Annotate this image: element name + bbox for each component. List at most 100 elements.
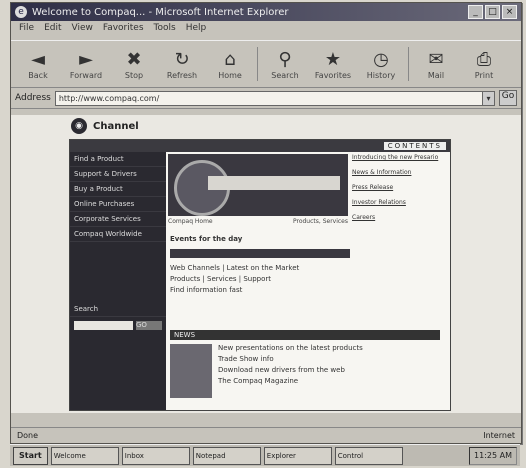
title-bar: e Welcome to Compaq... - Microsoft Inter… [11,3,521,21]
hero-band-graphic [208,176,340,190]
forward-icon: ► [79,48,93,70]
go-button[interactable]: Go [499,90,517,106]
contents-label[interactable]: CONTENTS [383,142,446,150]
taskbar-task[interactable]: Welcome [50,446,119,465]
menu-tools[interactable]: Tools [154,23,176,38]
print-label: Print [474,70,494,80]
address-label: Address [15,93,51,103]
favorites-icon: ★ [324,48,342,70]
back-label: Back [28,70,48,80]
nav-item[interactable]: Buy a Product [70,182,166,197]
start-button[interactable]: Start [13,446,48,465]
nav-item[interactable]: Corporate Services [70,212,166,227]
taskbar: Start Welcome Inbox Notepad Explorer Con… [10,444,520,466]
right-nav-link[interactable]: Careers [352,214,446,221]
history-label: History [366,70,396,80]
print-icon: ⎙ [476,48,492,70]
hero-caption-left[interactable]: Compaq Home [168,218,213,225]
favorites-button[interactable]: ★ Favorites [312,49,354,80]
right-navigation: Introducing the new Presario News & Info… [352,154,446,229]
stop-button[interactable]: ✖ Stop [113,49,155,80]
browser-window: e Welcome to Compaq... - Microsoft Inter… [10,2,522,444]
nav-item[interactable]: Find a Product [70,152,166,167]
page-top-bar: CONTENTS [70,140,450,152]
back-button[interactable]: ◄ Back [17,49,59,80]
close-button[interactable]: × [502,5,517,19]
nav-item[interactable]: Support & Drivers [70,167,166,182]
site-search-input[interactable] [74,321,133,330]
nav-item[interactable]: Compaq Worldwide [70,227,166,242]
history-icon: ◷ [373,48,389,70]
taskbar-task[interactable]: Explorer [263,446,332,465]
web-page: CONTENTS Find a Product Support & Driver… [69,139,451,411]
address-input[interactable]: http://www.compaq.com/ ▾ [54,90,495,106]
right-nav-link[interactable]: Investor Relations [352,199,446,206]
refresh-label: Refresh [166,70,198,80]
toolbar-divider [257,47,258,81]
channel-logo-icon: ◉ [71,118,87,134]
mail-icon: ✉ [428,48,444,70]
toolbar: ◄ Back ► Forward ✖ Stop ↻ Refresh ⌂ Home ⚲ Sea… [11,40,521,88]
mail-label: Mail [427,70,445,80]
hero-caption: Compaq Home Products, Services [168,218,348,225]
home-icon: ⌂ [224,48,236,70]
favorites-label: Favorites [314,70,352,80]
search-button[interactable]: ⚲ Search [264,49,306,80]
main-text: Events for the day Web Channels | Latest… [170,232,350,297]
chevron-down-icon[interactable]: ▾ [482,91,494,105]
home-button[interactable]: ⌂ Home [209,49,251,80]
menu-edit[interactable]: Edit [44,23,61,38]
refresh-button[interactable]: ↻ Refresh [161,49,203,80]
main-line[interactable]: Products | Services | Support [170,275,350,283]
mail-button[interactable]: ✉ Mail [415,49,457,80]
search-label: Search [271,70,299,80]
main-heading: Events for the day [170,235,243,243]
news-section: NEWS New presentations on the latest pro… [170,330,440,398]
channel-bar: ◉ Channel [11,115,521,137]
taskbar-task[interactable]: Inbox [121,446,190,465]
status-text: Done [17,431,39,440]
channel-label[interactable]: Channel [93,121,139,132]
address-value: http://www.compaq.com/ [58,93,160,103]
address-bar: Address http://www.compaq.com/ ▾ Go [11,88,521,109]
minimize-button[interactable]: _ [468,5,483,19]
site-search-go-button[interactable]: GO [136,321,162,330]
history-button[interactable]: ◷ History [360,49,402,80]
taskbar-task[interactable]: Notepad [192,446,261,465]
print-button[interactable]: ⎙ Print [463,49,505,80]
search-icon: ⚲ [278,48,292,70]
menu-favorites[interactable]: Favorites [103,23,144,38]
zone-text: Internet [483,431,515,440]
hero-caption-right[interactable]: Products, Services [293,218,348,225]
right-nav-link[interactable]: News & Information [352,169,446,176]
window-controls: _ □ × [468,5,517,19]
forward-label: Forward [69,70,103,80]
home-label: Home [218,70,242,80]
window-title: Welcome to Compaq... - Microsoft Interne… [32,6,289,18]
stop-icon: ✖ [126,48,142,70]
system-clock: 11:25 AM [469,446,517,465]
main-line[interactable]: Web Channels | Latest on the Market [170,264,350,272]
menu-view[interactable]: View [72,23,93,38]
menu-help[interactable]: Help [186,23,207,38]
stop-label: Stop [124,70,144,80]
browser-content: ◉ Channel CONTENTS Find a Product Suppor… [11,115,521,413]
main-line[interactable]: Find information fast [170,286,350,294]
right-nav-link[interactable]: Press Release [352,184,446,191]
search-label: Search [70,302,166,317]
right-nav-link[interactable]: Introducing the new Presario [352,154,446,161]
news-heading: NEWS [170,330,440,340]
back-icon: ◄ [31,48,45,70]
toolbar-divider [408,47,409,81]
nav-item[interactable]: Online Purchases [70,197,166,212]
taskbar-task[interactable]: Control [334,446,403,465]
news-thumbnail [170,344,212,398]
forward-button[interactable]: ► Forward [65,49,107,80]
main-divider [170,249,350,258]
maximize-button[interactable]: □ [485,5,500,19]
menu-file[interactable]: File [19,23,34,38]
ie-logo-icon: e [15,6,27,18]
site-search: GO [70,317,166,334]
hero-image [168,154,348,216]
refresh-icon: ↻ [174,48,190,70]
